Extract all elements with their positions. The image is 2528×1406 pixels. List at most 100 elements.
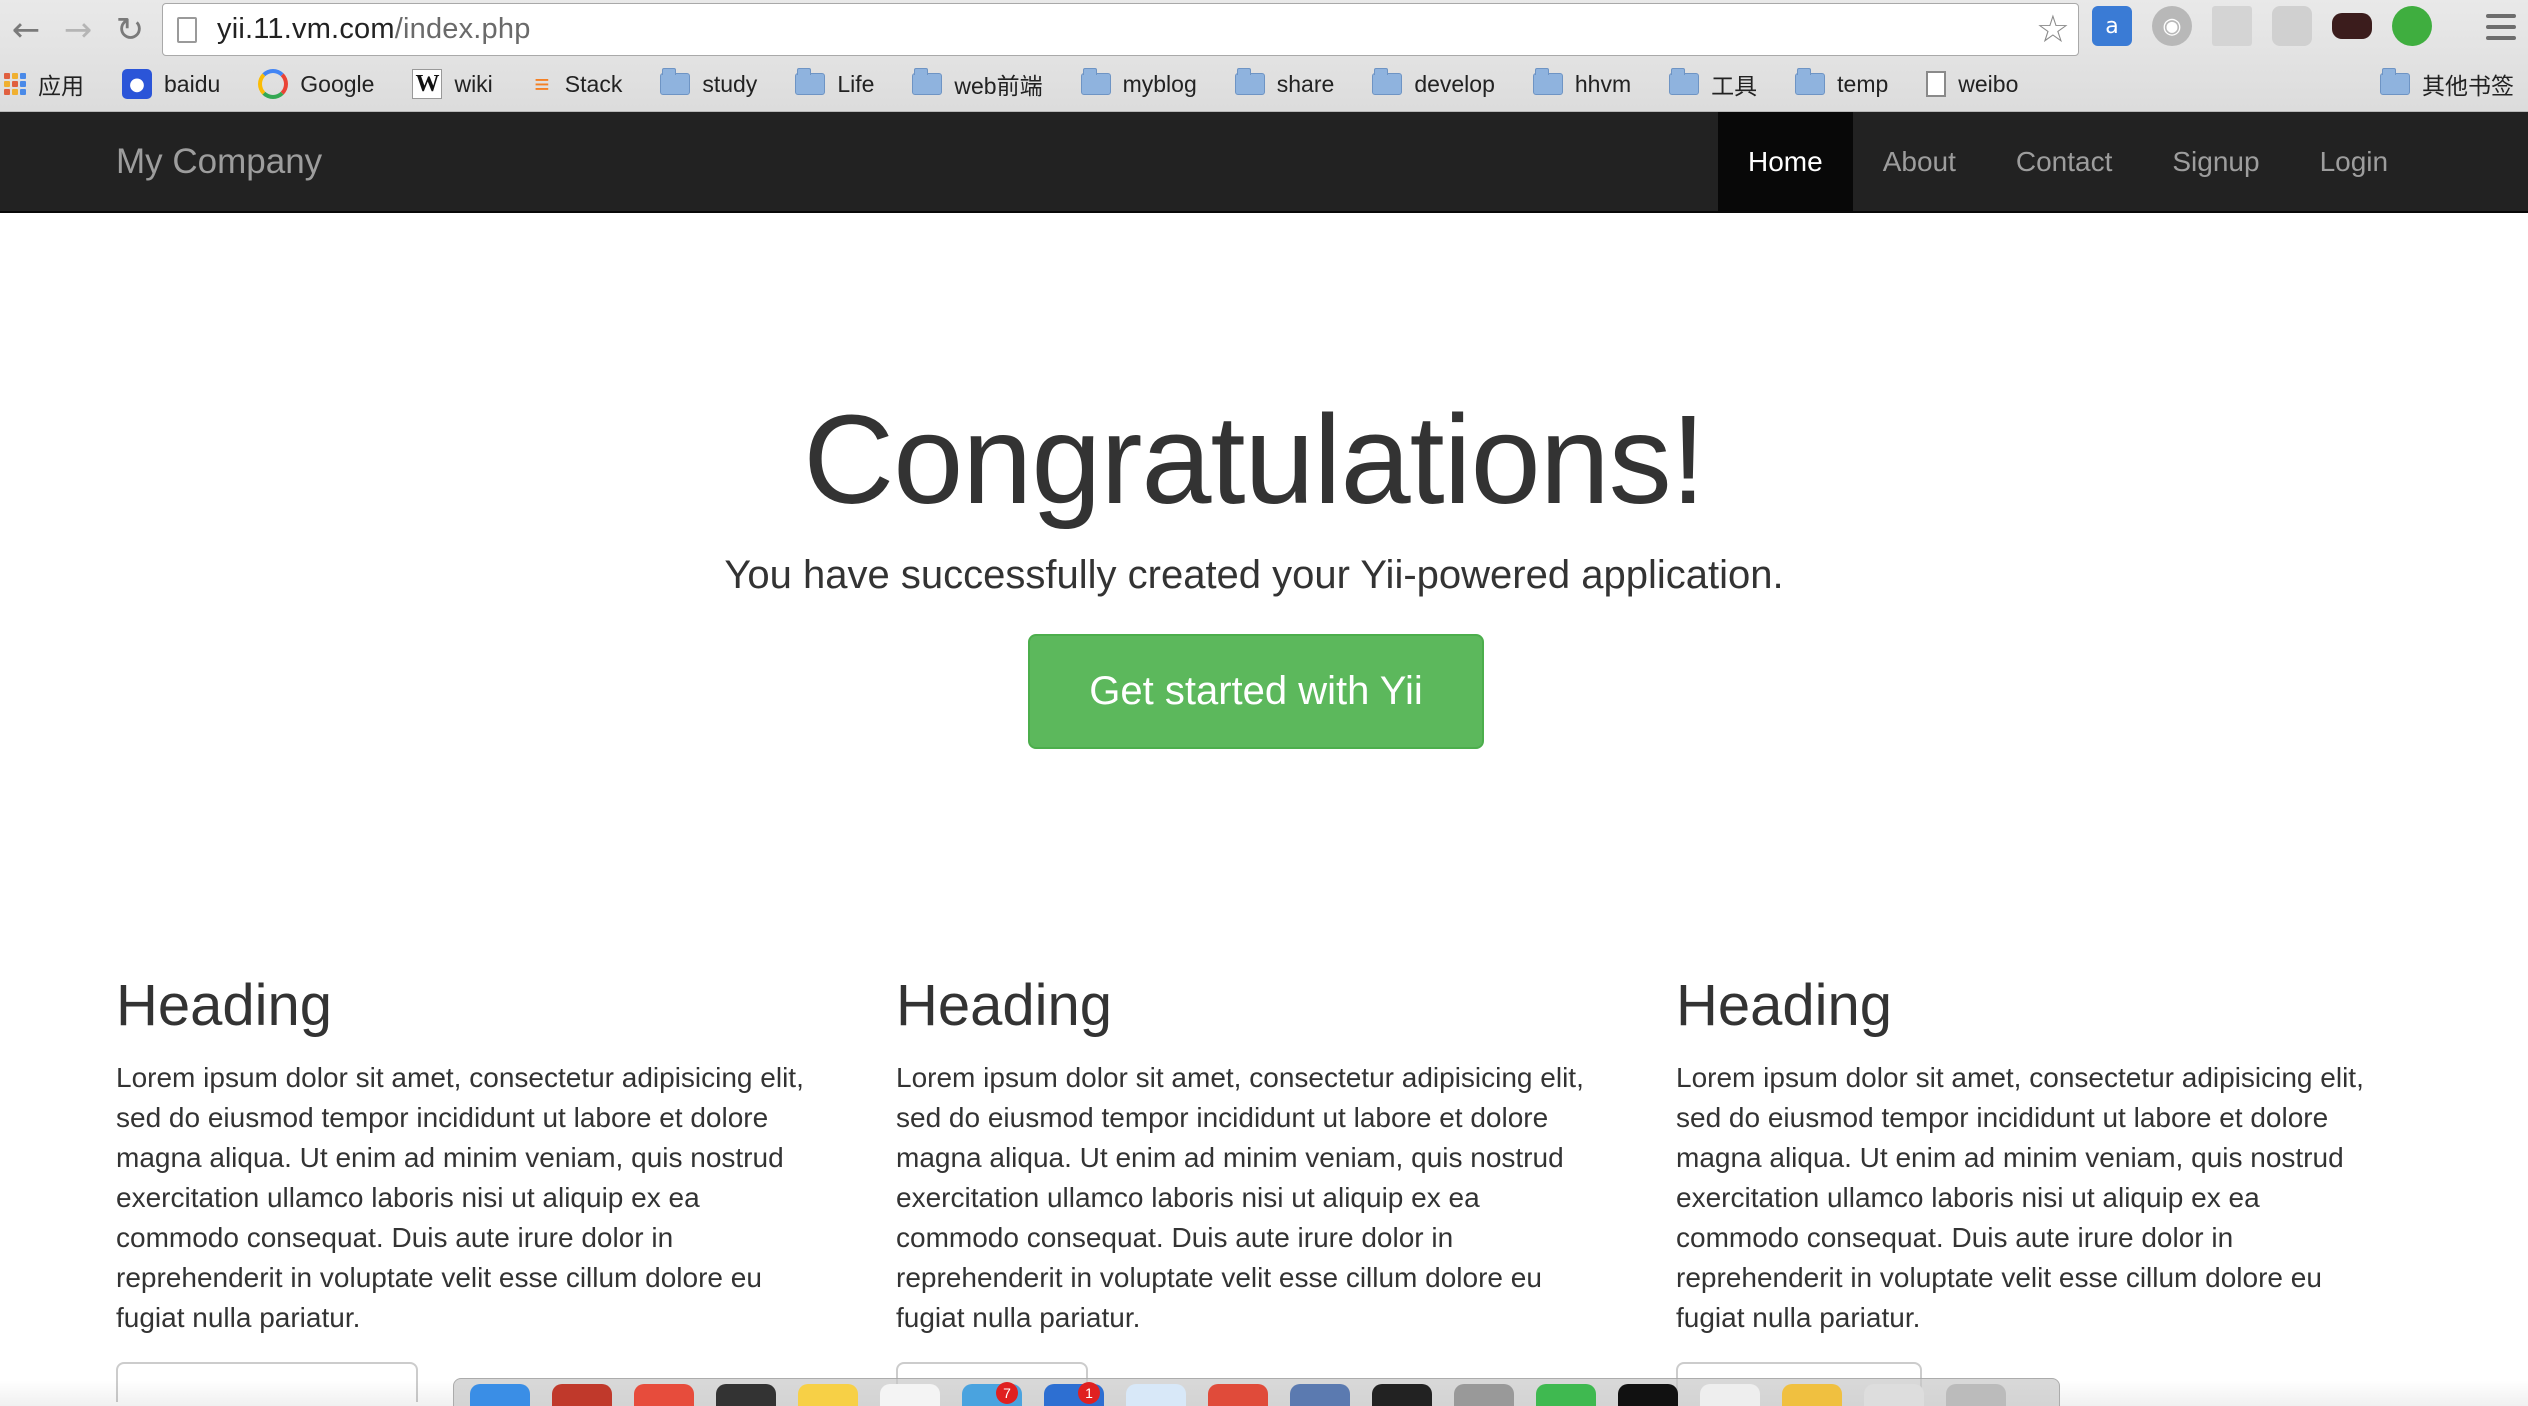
browser-toolbar: ← → ↻ yii.11.vm.com/index.php ☆ a ◉ 应用 ●… [0,0,2528,112]
folder-icon [1080,68,1111,95]
column-body: Lorem ipsum dolor sit amet, consectetur … [116,1062,804,1333]
nav-signup[interactable]: Signup [2142,112,2289,211]
reminders-icon[interactable] [880,1384,940,1406]
brand-link[interactable]: My Company [116,112,322,211]
bookmarks-bar: 应用 ● baidu Google W wiki ≡ Stack study L… [0,62,2528,106]
bookmark-tools[interactable]: 工具 [1669,67,1757,101]
bookmark-weibo[interactable]: weibo [1926,71,2018,98]
bookmark-label: Life [837,70,875,97]
url-text[interactable]: yii.11.vm.com/index.php [217,13,531,46]
documents-icon[interactable] [1864,1384,1924,1406]
qq-icon[interactable] [1618,1384,1678,1406]
bookmark-myblog[interactable]: myblog [1080,68,1197,98]
wechat-icon[interactable] [2392,6,2432,46]
folder-icon [795,68,826,95]
folder-icon [660,68,691,95]
jumbotron-lead: You have successfully created your Yii-p… [724,553,1784,597]
bookmark-label: baidu [164,70,221,97]
stackoverflow-icon: ≡ [534,68,550,99]
column-body: Lorem ipsum dolor sit amet, consectetur … [896,1062,1584,1333]
page-icon [1926,71,1947,97]
bookmark-label: Google [300,70,375,97]
other-bookmarks[interactable]: 其他书签 [2380,62,2514,106]
bookmark-label: myblog [1122,70,1197,97]
bookmark-label: temp [1837,70,1889,97]
site-navbar: My Company Home About Contact Signup Log… [0,112,2528,213]
mask-icon[interactable] [2332,13,2372,39]
browser-nav-buttons: ← → ↻ [0,8,156,52]
bookmark-develop[interactable]: develop [1372,68,1495,98]
mail-icon[interactable]: 1 [1044,1382,1104,1406]
nav-about[interactable]: About [1853,112,1986,211]
bookmark-apps[interactable]: 应用 [4,67,84,101]
calendar-icon[interactable] [634,1384,694,1406]
wikipedia-icon: W [412,69,443,99]
terminal-icon[interactable] [1372,1384,1432,1406]
nav-links: Home About Contact Signup Login [1718,112,2418,211]
system-preferences-icon[interactable] [1454,1384,1514,1406]
bookmark-label: web前端 [954,73,1043,99]
reload-icon[interactable]: ↻ [104,8,156,52]
folder-icon [1532,68,1563,95]
address-bar[interactable]: yii.11.vm.com/index.php ☆ [162,3,2079,56]
bookmark-label: 应用 [38,73,84,99]
bookmark-study[interactable]: study [660,68,757,98]
chrome-icon[interactable] [1208,1384,1268,1406]
bookmark-hhvm[interactable]: hhvm [1532,68,1632,98]
folder-icon [1795,68,1826,95]
bookmark-share[interactable]: share [1234,68,1335,98]
nav-contact[interactable]: Contact [1986,112,2143,211]
other-bookmarks-label: 其他书签 [2422,73,2514,99]
dictionary-icon[interactable] [552,1384,612,1406]
nav-home[interactable]: Home [1718,112,1853,211]
column-1: Heading Lorem ipsum dolor sit amet, cons… [116,966,826,1402]
shield-icon[interactable] [2272,6,2312,46]
photo-booth-icon[interactable] [716,1384,776,1406]
bookmark-baidu[interactable]: ● baidu [122,69,220,99]
bookmark-life[interactable]: Life [795,68,875,98]
folder-icon [1669,68,1700,95]
badge: 1 [1078,1382,1100,1404]
baidu-icon: ● [122,69,152,99]
bookmark-label: develop [1414,70,1495,97]
extension-a-icon[interactable]: a [2092,6,2132,46]
column-heading: Heading [896,973,1113,1038]
sketch-icon[interactable] [1782,1384,1842,1406]
bookmark-label: share [1276,70,1335,97]
finder-icon[interactable] [470,1384,530,1406]
bookmark-google[interactable]: Google [258,69,374,99]
browser-menu-icon[interactable] [2486,14,2516,40]
column-heading: Heading [1676,973,1893,1038]
badge: 7 [996,1382,1018,1404]
url-host: yii.11.vm.com [217,13,395,45]
trash-icon[interactable] [1946,1384,2006,1406]
extension-icons: a ◉ [2092,6,2432,46]
folder-icon [1372,68,1403,95]
get-started-button[interactable]: Get started with Yii [1028,634,1484,749]
bookmark-star-icon[interactable]: ☆ [2036,9,2070,49]
app-store-icon[interactable]: 7 [962,1382,1022,1406]
back-icon[interactable]: ← [0,8,52,52]
bookmark-web-frontend[interactable]: web前端 [912,67,1043,101]
layout-icon[interactable] [2212,6,2252,46]
preview-icon[interactable] [1290,1384,1350,1406]
forward-icon[interactable]: → [52,8,104,52]
safari-icon[interactable] [1126,1384,1186,1406]
bookmark-temp[interactable]: temp [1795,68,1889,98]
bookmark-label: wiki [454,70,493,97]
folder-icon [912,68,943,95]
google-icon [258,69,289,99]
url-path: /index.php [394,13,531,45]
textedit-icon[interactable] [1700,1384,1760,1406]
notes-icon[interactable] [798,1384,858,1406]
bookmark-label: hhvm [1574,70,1632,97]
folder-icon [2380,68,2410,95]
bookmark-stack[interactable]: ≡ Stack [531,68,623,99]
bookmark-wiki[interactable]: W wiki [412,69,493,99]
folder-icon [1234,68,1265,95]
nav-login[interactable]: Login [2290,112,2419,211]
globe-icon[interactable]: ◉ [2152,6,2192,46]
bookmark-label: Stack [564,70,623,97]
jumbotron-title: Congratulations! [803,389,1706,530]
messages-icon[interactable] [1536,1384,1596,1406]
